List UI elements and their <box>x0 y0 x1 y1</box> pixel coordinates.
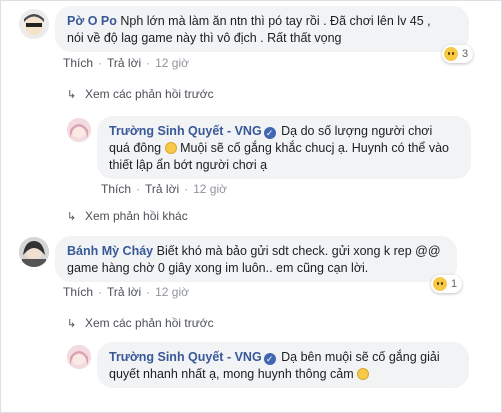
avatar[interactable] <box>67 118 91 142</box>
reply-text: quá đông <box>109 141 162 155</box>
reply-text: thiết lập ẩn bớt người chơi ạ <box>109 158 268 172</box>
timestamp[interactable]: 12 giờ <box>193 182 227 196</box>
comment-actions: Thích · Trả lời · 12 giờ <box>63 285 189 299</box>
sad-icon <box>433 277 447 291</box>
reply-link[interactable]: Trả lời <box>107 285 141 299</box>
comment-author[interactable]: Pờ O Po <box>67 14 117 28</box>
reply-text: Muội sẽ cố gắng khắc chucj ạ. Huynh có t… <box>176 141 450 155</box>
reply-author[interactable]: Trường Sinh Quyết - VNG <box>109 350 262 364</box>
comment-text: Nph lớn mà làm ăn ntn thì pó tay rồi . Đ… <box>120 14 431 28</box>
reply-link[interactable]: Trả lời <box>107 56 141 70</box>
avatar[interactable] <box>19 237 49 267</box>
previous-replies-link[interactable]: ↳ Xem các phản hồi trước <box>67 87 214 101</box>
reply-author[interactable]: Trường Sinh Quyết - VNG <box>109 124 262 138</box>
like-link[interactable]: Thích <box>63 56 93 70</box>
comment-text: Biết khó mà bảo gửi sdt check. gửi xong … <box>156 244 441 258</box>
reply-actions: Thích · Trả lời · 12 giờ <box>101 182 227 196</box>
timestamp[interactable]: 12 giờ <box>155 56 189 70</box>
avatar[interactable] <box>19 9 49 39</box>
sad-emoji-icon <box>357 368 370 380</box>
avatar-image <box>67 345 91 369</box>
reply-arrow-icon: ↳ <box>67 89 77 101</box>
reply-link[interactable]: Trả lời <box>145 182 179 196</box>
check-badge-icon: ✓ <box>263 353 276 365</box>
reply-arrow-icon: ↳ <box>67 318 77 330</box>
timestamp[interactable]: 12 giờ <box>155 285 189 299</box>
avatar-image <box>19 9 49 39</box>
comment-text: game hàng chờ 0 giây xong im luôn.. em c… <box>67 261 369 275</box>
comment-text: nói về độ lag game này thì vô địch . Rất… <box>67 31 342 45</box>
previous-replies-link[interactable]: ↳ Xem các phản hồi trước <box>67 316 214 330</box>
comment-bubble: Bánh Mỳ Cháy Biết khó mà bảo gửi sdt che… <box>55 236 457 282</box>
reaction-count: 1 <box>451 278 458 290</box>
reply-bubble: Trường Sinh Quyết - VNG ✓ Dạ bên muội sẽ … <box>97 342 469 388</box>
like-link[interactable]: Thích <box>63 285 93 299</box>
comment-actions: Thích · Trả lời · 12 giờ <box>63 56 189 70</box>
reply-text: Dạ do số lượng người chơi <box>281 124 433 138</box>
avatar[interactable] <box>67 345 91 369</box>
comment-bubble: Pờ O Po Nph lớn mà làm ăn ntn thì pó tay… <box>55 6 469 52</box>
sad-emoji-icon <box>164 142 177 154</box>
reply-arrow-icon: ↳ <box>67 211 77 223</box>
sad-icon <box>444 47 458 61</box>
avatar-image <box>19 237 49 267</box>
reaction-count: 3 <box>462 48 469 60</box>
reply-text: quyết nhanh nhất ạ, mong huynh thông cảm <box>109 367 354 381</box>
other-replies-link[interactable]: ↳ Xem phản hồi khác <box>67 209 188 223</box>
reaction-badge[interactable]: 1 <box>431 275 463 293</box>
reply-bubble: Trường Sinh Quyết - VNG ✓ Dạ do số lượng … <box>97 116 471 179</box>
reaction-badge[interactable]: 3 <box>442 45 474 63</box>
like-link[interactable]: Thích <box>101 182 131 196</box>
check-badge-icon: ✓ <box>263 127 276 139</box>
reply-text: Dạ bên muội sẽ cố gắng giải <box>281 350 440 364</box>
comment-author[interactable]: Bánh Mỳ Cháy <box>67 244 153 258</box>
avatar-image <box>67 118 91 142</box>
